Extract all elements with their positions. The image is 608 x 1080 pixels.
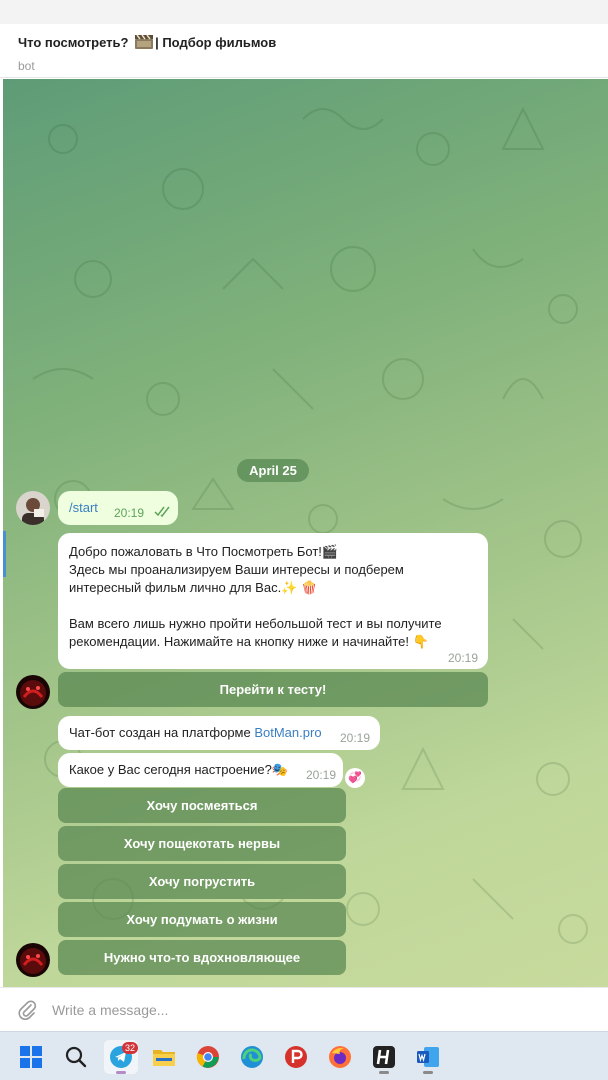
option-button-thrill[interactable]: Хочу пощекотать нервы [58,826,346,861]
message-time: 20:19 [340,731,371,745]
taskbar-file-explorer[interactable] [147,1040,181,1074]
option-button-laugh[interactable]: Хочу посмеяться [58,788,346,823]
windows-taskbar: 32 [0,1031,608,1080]
word-icon [417,1047,439,1067]
option-button-sad[interactable]: Хочу погрустить [58,864,346,899]
chat-title: Что посмотреть? | Подбор фильмов [18,33,608,51]
double-check-icon [154,506,170,517]
chat-title-suffix: | Подбор фильмов [155,34,277,50]
telegram-window: Что посмотреть? | Подбор фильмов bot Apr… [0,0,608,1080]
taskbar-pika[interactable] [279,1040,313,1074]
platform-text: Чат-бот создан на платформе BotMan.pro [69,725,322,740]
windows-logo-icon [20,1046,42,1068]
search-icon [65,1046,87,1068]
running-indicator [379,1071,389,1074]
chat-header[interactable]: Что посмотреть? | Подбор фильмов bot [0,24,608,78]
option-button-inspire[interactable]: Нужно что-то вдохновляющее [58,940,346,975]
firefox-icon [329,1046,351,1068]
taskbar-edge[interactable] [235,1040,269,1074]
windows-start-button[interactable] [14,1040,48,1074]
bot-avatar[interactable] [16,943,50,977]
welcome-message[interactable]: Добро пожаловать в Что Посмотреть Бот!🎬 … [58,533,488,669]
unread-badge: 32 [122,1042,138,1054]
window-top-strip [0,0,608,24]
welcome-text: Добро пожаловать в Что Посмотреть Бот!🎬 … [69,544,442,649]
message-time: 20:19 [114,506,145,520]
platform-text-prefix: Чат-бот создан на платформе [69,725,255,740]
taskbar-telegram[interactable]: 32 [104,1040,138,1074]
botman-link[interactable]: BotMan.pro [254,725,321,740]
go-to-test-button[interactable]: Перейти к тесту! [58,672,488,707]
chat-title-text: Что посмотреть? [18,34,133,50]
date-separator: April 25 [237,459,309,482]
message-time: 20:19 [306,768,337,782]
paperclip-icon[interactable] [16,999,38,1021]
clapperboard-icon [135,35,154,49]
selection-indicator [3,531,6,577]
platform-message[interactable]: Чат-бот создан на платформе BotMan.pro 2… [58,716,380,750]
reaction-hearts-icon[interactable]: 💞 [345,768,365,788]
outgoing-message[interactable]: /start 20:19 [58,491,178,525]
message-time: 20:19 [448,651,479,665]
mood-question-message[interactable]: Какое у Вас сегодня настроение?🎭 20:19 [58,753,343,787]
running-indicator [423,1071,433,1074]
message-composer [0,987,608,1031]
message-input[interactable] [52,999,552,1021]
user-avatar[interactable] [16,491,50,525]
p-app-icon [285,1046,307,1068]
taskbar-firefox[interactable] [323,1040,357,1074]
taskbar-word[interactable] [411,1040,445,1074]
active-indicator [116,1071,126,1074]
message-list[interactable]: April 25 /start 20:19 Добро пожаловать в… [3,79,608,987]
taskbar-chrome[interactable] [191,1040,225,1074]
folder-icon [153,1050,175,1066]
start-command-text[interactable]: /start [69,500,98,515]
taskbar-h-app[interactable] [367,1040,401,1074]
mood-question-text: Какое у Вас сегодня настроение?🎭 [69,762,289,777]
h-app-icon [373,1046,395,1068]
option-button-think[interactable]: Хочу подумать о жизни [58,902,346,937]
edge-icon [241,1046,263,1068]
chat-subtitle: bot [18,59,35,73]
taskbar-search-button[interactable] [59,1040,93,1074]
chrome-icon [196,1046,219,1068]
bot-avatar[interactable] [16,675,50,709]
